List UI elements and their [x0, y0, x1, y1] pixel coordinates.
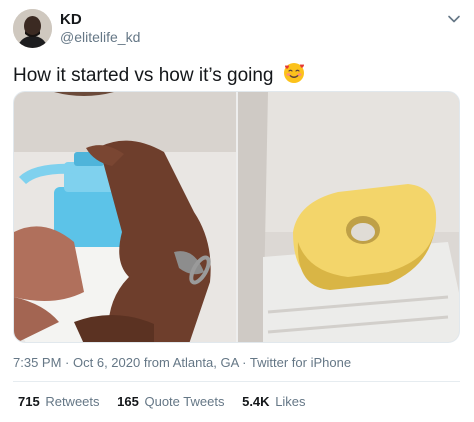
quote-tweets-stat[interactable]: 165 Quote Tweets — [117, 394, 224, 409]
author-handle[interactable]: @elitelife_kd — [60, 29, 140, 45]
tweet-date[interactable]: Oct 6, 2020 — [73, 355, 140, 370]
photo-worn-soap-bar[interactable] — [238, 92, 460, 343]
likes-count: 5.4K — [242, 394, 270, 409]
tweet-text-line: How it started vs how it’s going — [13, 62, 305, 87]
tweet-meta: 7:35 PM · Oct 6, 2020 from Atlanta, GA ·… — [13, 355, 351, 370]
meta-separator-2: · — [242, 355, 247, 370]
chevron-down-icon[interactable] — [447, 12, 461, 26]
retweets-count: 715 — [18, 394, 40, 409]
likes-label: Likes — [275, 394, 306, 409]
author-name[interactable]: KD — [60, 11, 82, 28]
avatar[interactable] — [13, 9, 52, 48]
tweet-time[interactable]: 7:35 PM — [13, 355, 61, 370]
tweet-location[interactable]: Atlanta, GA — [173, 355, 239, 370]
retweets-label: Retweets — [45, 394, 100, 409]
smiling-face-with-hearts-emoji-icon — [283, 63, 304, 83]
retweets-stat[interactable]: 715 Retweets — [18, 394, 100, 409]
divider — [13, 381, 460, 382]
likes-stat[interactable]: 5.4K Likes — [242, 394, 305, 409]
photo-hand-soap-pump[interactable] — [14, 92, 236, 343]
quotes-count: 165 — [117, 394, 139, 409]
tweet-text: How it started vs how it’s going — [13, 65, 274, 86]
quotes-label: Quote Tweets — [144, 394, 225, 409]
location-prefix: from — [143, 355, 170, 370]
meta-separator: · — [65, 355, 70, 370]
tweet-media[interactable] — [13, 91, 460, 343]
avatar-image — [13, 9, 52, 48]
tweet-stats: 715 Retweets 165 Quote Tweets 5.4K Likes — [18, 394, 320, 409]
tweet-source[interactable]: Twitter for iPhone — [250, 355, 351, 370]
tweet-card: KD @elitelife_kd How it started vs how i… — [0, 0, 474, 422]
